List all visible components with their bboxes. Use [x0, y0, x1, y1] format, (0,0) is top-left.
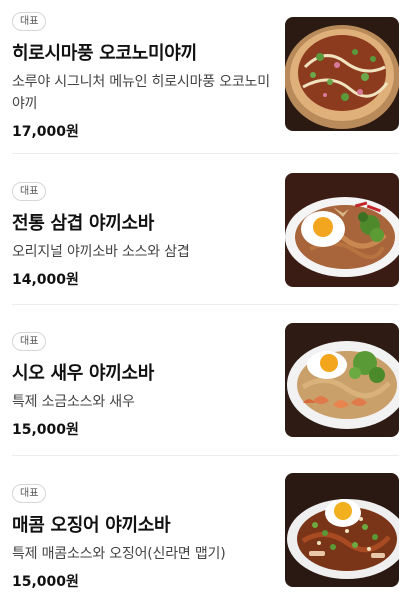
okonomiyaki-photo[interactable]	[285, 17, 399, 131]
signature-badge: 대표	[12, 484, 47, 503]
signature-badge: 대표	[12, 332, 47, 351]
menu-item-price: 15,000원	[12, 422, 79, 438]
menu-item-description: 특제 매콤소스와 오징어(신라면 맵기)	[12, 546, 226, 562]
shrimp-yakisoba-photo[interactable]	[285, 323, 399, 437]
pork-yakisoba-photo[interactable]	[285, 173, 399, 287]
menu-item[interactable]: 대표 히로시마풍 오코노미야끼 소루야 시그니처 메뉴인 히로시마풍 오코노미야…	[0, 9, 411, 140]
menu-item-price: 17,000원	[12, 124, 79, 140]
menu-item[interactable]: 대표 시오 새우 야끼소바 특제 소금소스와 새우 15,000원	[0, 323, 411, 439]
menu-item-text: 대표 매콤 오징어 야끼소바 특제 매콤소스와 오징어(신라면 맵기) 15,0…	[12, 481, 274, 591]
divider	[12, 304, 399, 305]
menu-item-description: 오리지널 야끼소바 소스와 삼겹	[12, 244, 190, 260]
menu-item-name: 히로시마풍 오코노미야끼	[12, 43, 197, 64]
menu-item-name: 시오 새우 야끼소바	[12, 363, 155, 384]
menu-item-price: 15,000원	[12, 574, 79, 590]
menu-item[interactable]: 대표 전통 삼겹 야끼소바 오리지널 야끼소바 소스와 삼겹 14,000원	[0, 173, 411, 289]
menu-item-price: 14,000원	[12, 272, 79, 288]
menu-item-description: 특제 소금소스와 새우	[12, 394, 135, 410]
menu-item-description: 소루야 시그니처 메뉴인 히로시마풍 오코노미야끼	[12, 74, 270, 112]
signature-badge: 대표	[12, 12, 47, 31]
menu-item-name: 전통 삼겹 야끼소바	[12, 213, 155, 234]
squid-yakisoba-photo[interactable]	[285, 473, 399, 587]
divider	[12, 455, 399, 456]
menu-item-text: 대표 전통 삼겹 야끼소바 오리지널 야끼소바 소스와 삼겹 14,000원	[12, 179, 274, 289]
menu-item[interactable]: 대표 매콤 오징어 야끼소바 특제 매콤소스와 오징어(신라면 맵기) 15,0…	[0, 473, 411, 591]
signature-badge: 대표	[12, 182, 47, 201]
menu-item-text: 대표 히로시마풍 오코노미야끼 소루야 시그니처 메뉴인 히로시마풍 오코노미야…	[12, 9, 274, 141]
menu-item-text: 대표 시오 새우 야끼소바 특제 소금소스와 새우 15,000원	[12, 329, 274, 439]
menu-list: 대표 히로시마풍 오코노미야끼 소루야 시그니처 메뉴인 히로시마풍 오코노미야…	[0, 0, 411, 601]
divider	[12, 153, 399, 154]
menu-item-name: 매콤 오징어 야끼소바	[12, 515, 171, 536]
